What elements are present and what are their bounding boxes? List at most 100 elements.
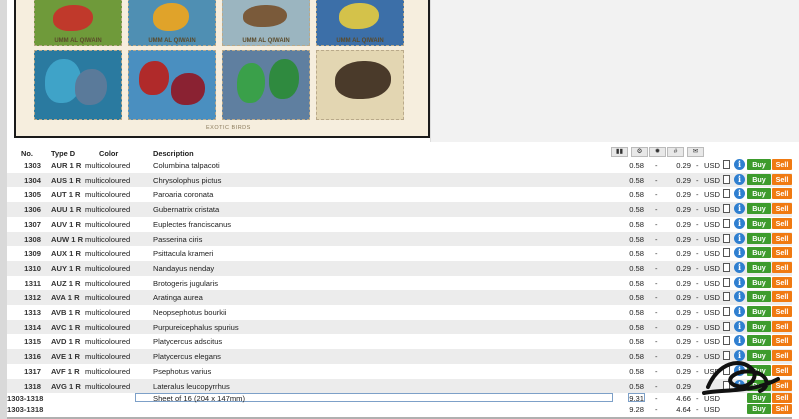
document-icon[interactable] — [723, 174, 730, 184]
document-icon[interactable] — [723, 307, 730, 316]
document-icon[interactable] — [723, 277, 730, 287]
document-icon[interactable] — [723, 262, 730, 272]
info-icon[interactable]: i — [734, 335, 745, 347]
stamp-color: multicoloured — [85, 308, 131, 317]
info-icon[interactable]: i — [734, 320, 745, 332]
sell-button[interactable]: Sell — [772, 188, 792, 200]
used-icon[interactable]: ✹ — [649, 147, 666, 157]
buy-button[interactable]: Buy — [747, 261, 771, 273]
stamp-description[interactable]: Columbina talpacoti — [153, 161, 220, 170]
stamp-number: 1310 — [24, 263, 41, 273]
document-icon[interactable] — [723, 160, 730, 169]
stamp-number: 1308 — [24, 234, 41, 244]
stamp-description[interactable]: Neopsephotus bourkii — [153, 308, 226, 317]
buy-button[interactable]: Buy — [747, 320, 771, 332]
info-icon[interactable]: i — [734, 217, 745, 229]
buy-button[interactable]: Buy — [747, 188, 771, 200]
stamp-description[interactable]: Nandayus nenday — [153, 264, 214, 273]
buy-button[interactable]: Buy — [747, 173, 771, 185]
document-icon[interactable] — [723, 204, 730, 214]
hash-icon[interactable]: # — [667, 147, 684, 157]
sheet-number: 1303-1318 — [7, 404, 44, 414]
price-used: 0.29 — [676, 175, 691, 185]
stamp-description[interactable]: Paroaria coronata — [153, 190, 213, 199]
sell-button[interactable]: Sell — [772, 306, 792, 317]
sell-button[interactable]: Sell — [772, 291, 792, 303]
buy-button[interactable]: Buy — [747, 291, 771, 303]
info-icon[interactable]: i — [734, 306, 745, 317]
bird-illustration — [53, 5, 93, 31]
document-icon[interactable] — [723, 292, 730, 302]
stamp-number: 1305 — [24, 190, 41, 200]
currency: USD — [704, 205, 721, 215]
document-icon[interactable] — [723, 218, 730, 228]
stamp-description[interactable]: Platycercus adscitus — [153, 337, 222, 346]
info-icon[interactable]: i — [734, 261, 745, 273]
sell-button[interactable]: Sell — [772, 320, 792, 332]
stamp-description[interactable]: Aratinga aurea — [153, 293, 203, 302]
price-dash: - — [696, 308, 699, 317]
price-mint: 0.58 — [629, 381, 644, 391]
info-icon[interactable]: i — [734, 159, 745, 170]
sell-button[interactable]: Sell — [772, 247, 792, 259]
buy-button[interactable]: Buy — [747, 306, 771, 317]
buy-button[interactable]: Buy — [747, 203, 771, 215]
sell-button[interactable]: Sell — [772, 232, 792, 244]
document-icon[interactable] — [723, 189, 730, 199]
stamp-description[interactable]: Lateralus leucopyrrhus — [153, 382, 230, 391]
envelope-icon[interactable]: ✉ — [687, 147, 704, 157]
sell-button[interactable]: Sell — [772, 261, 792, 273]
price-mint: 0.58 — [629, 175, 644, 185]
buy-button[interactable]: Buy — [747, 159, 771, 170]
sheet-description-box[interactable]: Sheet of 16 (204 x 147mm) — [135, 393, 613, 403]
chart-icon[interactable]: ▮▮ — [611, 147, 628, 157]
stamp-description[interactable]: Platycercus elegans — [153, 352, 221, 361]
stamp-description[interactable]: Purpureicephalus spurius — [153, 323, 239, 332]
buy-button[interactable]: Buy — [747, 335, 771, 347]
table-row: 1316 AVE 1 R multicoloured Platycercus eleg… — [7, 349, 792, 364]
buy-button[interactable]: Buy — [747, 232, 771, 244]
sheet-price-mint: 9.31 — [629, 394, 644, 404]
stamp-description[interactable]: Brotogeris jugularis — [153, 279, 218, 288]
buy-button[interactable]: Buy — [747, 403, 771, 414]
bird-illustration — [269, 59, 299, 99]
info-icon[interactable]: i — [734, 203, 745, 215]
buy-button[interactable]: Buy — [747, 276, 771, 288]
document-icon[interactable] — [723, 248, 730, 258]
stamp-description[interactable]: Psittacula krameri — [153, 249, 213, 258]
stamp-description[interactable]: Psephotus varius — [153, 367, 211, 376]
sell-button[interactable]: Sell — [772, 335, 792, 347]
stamp-description[interactable]: Chrysolophus pictus — [153, 176, 221, 185]
stamp-description[interactable]: Passerina ciris — [153, 235, 202, 244]
stamp-type: AUS 1 R — [51, 175, 81, 185]
document-icon[interactable] — [723, 321, 730, 331]
price-dash: - — [655, 263, 658, 273]
price-dash: - — [696, 352, 699, 362]
mint-icon[interactable]: ⚙ — [631, 147, 648, 157]
info-icon[interactable]: i — [734, 188, 745, 200]
price-dash: - — [655, 278, 658, 288]
stamp-description[interactable]: Gubernatrix cristata — [153, 205, 219, 214]
info-icon[interactable]: i — [734, 247, 745, 259]
info-icon[interactable]: i — [734, 173, 745, 185]
stamp-sheet-image[interactable]: UMM AL QIWAIN UMM AL QIWAIN UMM AL QIWAI… — [14, 0, 430, 138]
info-icon[interactable]: i — [734, 232, 745, 244]
sell-button[interactable]: Sell — [772, 403, 792, 414]
stamp-description[interactable]: Euplectes franciscanus — [153, 220, 231, 229]
buy-button[interactable]: Buy — [747, 247, 771, 259]
stamp-number: 1311 — [24, 278, 41, 288]
info-icon[interactable]: i — [734, 291, 745, 303]
document-icon[interactable] — [723, 336, 730, 346]
sell-button[interactable]: Sell — [772, 203, 792, 215]
stamp-number: 1317 — [24, 366, 41, 376]
sell-button[interactable]: Sell — [772, 159, 792, 170]
price-mint: 0.58 — [629, 293, 644, 303]
sell-button[interactable]: Sell — [772, 217, 792, 229]
document-icon[interactable] — [723, 233, 730, 243]
stamp-color: multicoloured — [85, 219, 131, 229]
sell-button[interactable]: Sell — [772, 173, 792, 185]
info-icon[interactable]: i — [734, 276, 745, 288]
price-mint: 0.58 — [629, 366, 644, 376]
sell-button[interactable]: Sell — [772, 276, 792, 288]
buy-button[interactable]: Buy — [747, 217, 771, 229]
